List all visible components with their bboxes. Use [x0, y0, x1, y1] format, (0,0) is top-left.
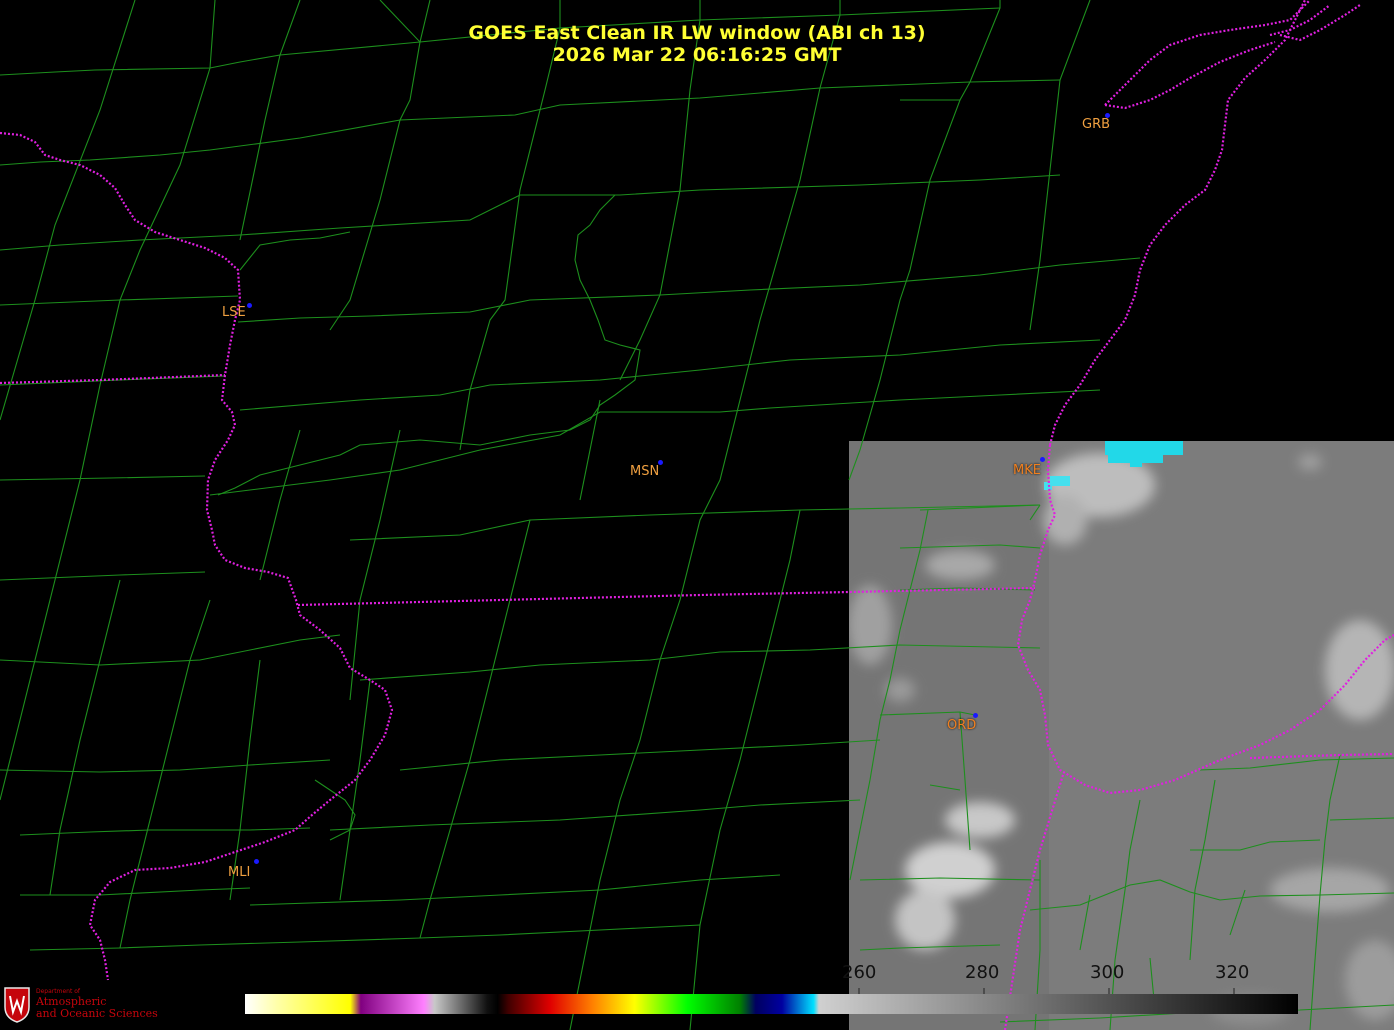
logo-line2: and Oceanic Sciences — [36, 1007, 158, 1020]
logo-dept-text: Department of — [36, 988, 80, 995]
station-dot-mli — [254, 859, 259, 864]
station-label-lse: LSE — [222, 305, 246, 320]
station-label-mke: MKE — [1013, 463, 1041, 478]
station-dot-lse — [247, 303, 252, 308]
station-dot-mke — [1040, 457, 1045, 462]
title-line2: 2026 Mar 22 06:16:25 GMT — [552, 44, 842, 66]
station-label-grb: GRB — [1082, 117, 1111, 132]
colorbar-tick-label: 260 — [842, 962, 877, 983]
map-canvas — [0, 0, 1394, 1030]
ir-imagery-patch — [849, 441, 1394, 1030]
uw-crest-icon — [4, 987, 30, 1023]
station-label-mli: MLI — [228, 865, 251, 880]
station-label-ord: ORD — [947, 718, 977, 733]
title-line1: GOES East Clean IR LW window (ABI ch 13) — [468, 22, 926, 44]
colorbar-tick-label: 300 — [1090, 962, 1125, 983]
aos-logo: Department of Atmospheric and Oceanic Sc… — [2, 985, 162, 1025]
satellite-map: GOES East Clean IR LW window (ABI ch 13)… — [0, 0, 1394, 1030]
station-label-msn: MSN — [630, 464, 660, 479]
colorbar-tick-label: 280 — [965, 962, 1000, 983]
colorbar-tick-label: 320 — [1215, 962, 1250, 983]
